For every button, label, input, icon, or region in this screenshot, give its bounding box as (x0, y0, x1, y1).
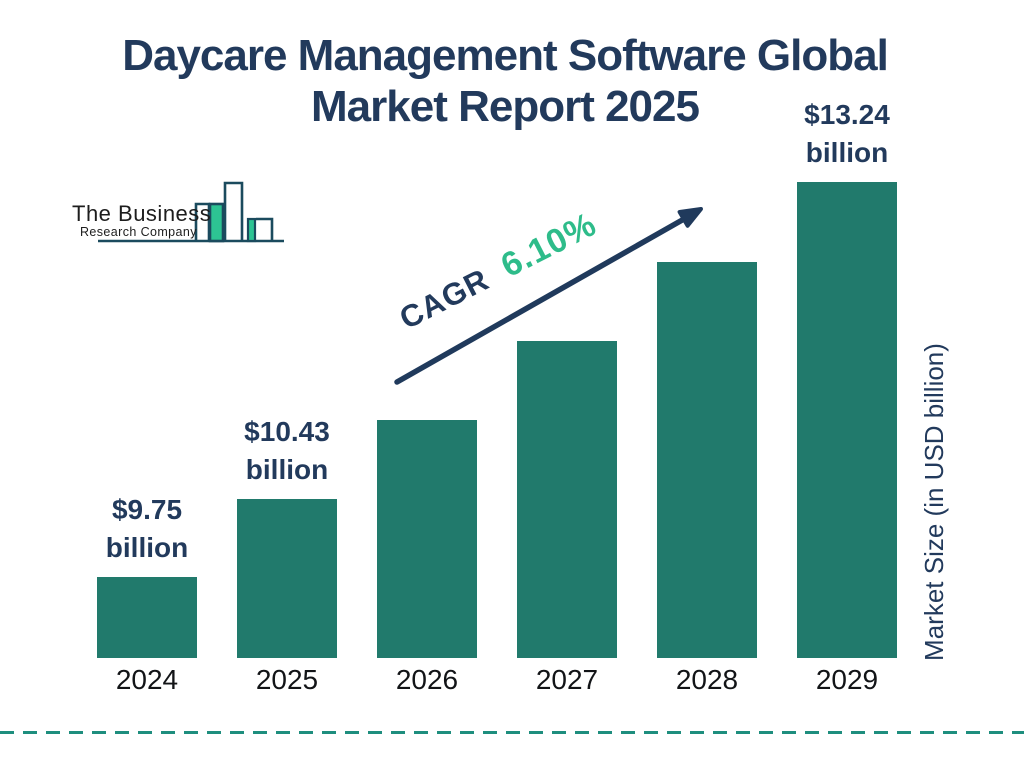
bar-2027 (517, 341, 617, 658)
infographic-page: Daycare Management Software Global Marke… (0, 0, 1024, 768)
bar-chart: 2024 $9.75 billion 2025 $10.43 billion 2026 202… (0, 0, 1024, 768)
bar-2029 (797, 182, 897, 658)
bar-2025 (237, 499, 337, 658)
x-tick-2027: 2027 (535, 664, 599, 695)
value-label-2025: $10.43 billion (244, 416, 330, 485)
bar-2026 (377, 420, 477, 658)
value-label-2024: $9.75 billion (105, 494, 189, 563)
value-label-2029: $13.24 billion (804, 99, 890, 168)
x-tick-2025: 2025 (255, 664, 319, 695)
x-tick-2028: 2028 (675, 664, 739, 695)
x-tick-2029: 2029 (815, 664, 879, 695)
x-tick-2026: 2026 (395, 664, 459, 695)
bottom-dashed-line (0, 731, 1024, 734)
bar-2024 (97, 577, 197, 658)
x-tick-2024: 2024 (115, 664, 179, 695)
bar-2028 (657, 262, 757, 658)
y-axis-label: Market Size (in USD billion) (919, 343, 949, 661)
